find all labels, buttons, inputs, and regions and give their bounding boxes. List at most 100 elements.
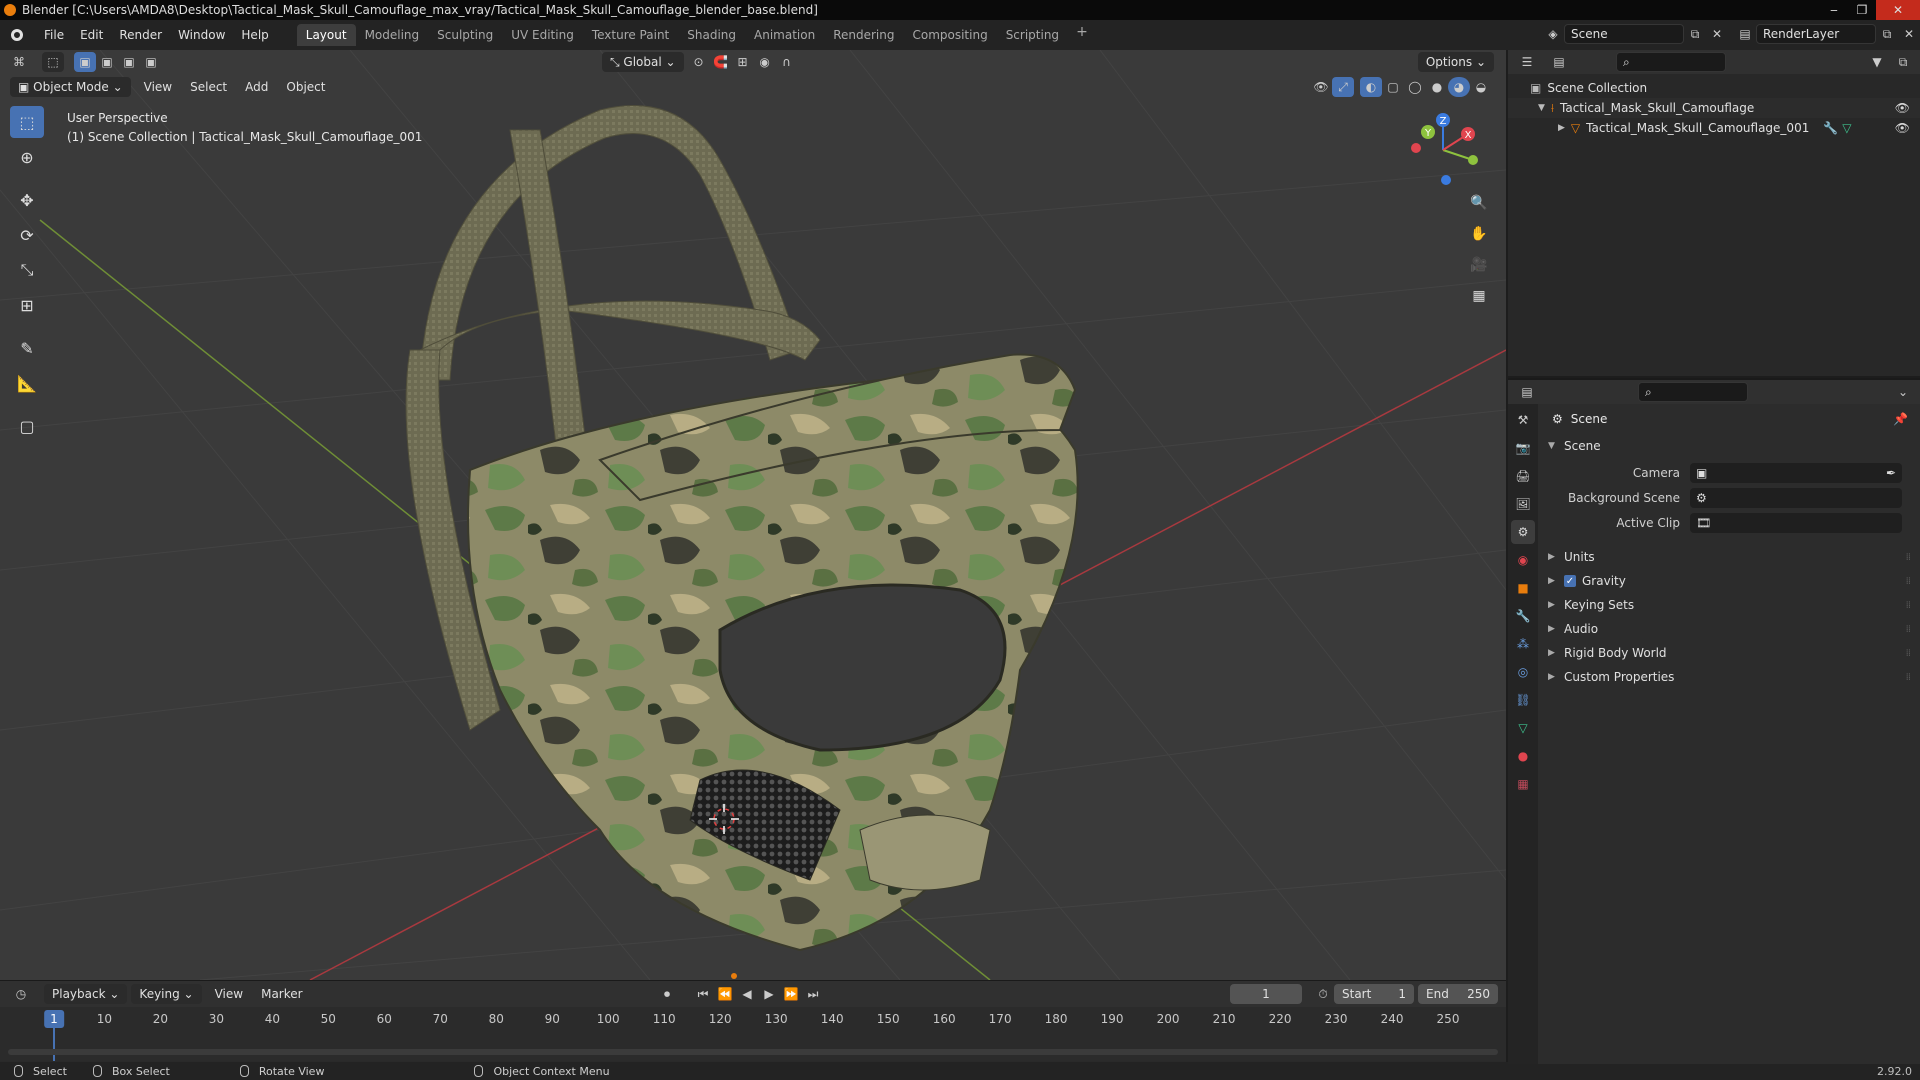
delete-scene-icon[interactable]: ✕ xyxy=(1706,24,1728,44)
panel-gravity[interactable]: ▶ ✓ Gravity ⁞⁞ xyxy=(1538,569,1920,593)
select-invert-icon[interactable]: ▣ xyxy=(140,52,162,72)
camera-field[interactable]: ▣ ✒ xyxy=(1690,462,1902,483)
jump-start-icon[interactable]: ⏮ xyxy=(692,984,714,1004)
mesh-data-icon[interactable]: ▽ xyxy=(1842,121,1851,135)
menu-file[interactable]: File xyxy=(36,24,72,46)
expand-triangle-icon[interactable]: ▶ xyxy=(1558,123,1565,133)
mode-dropdown[interactable]: ▣ Object Mode ⌄ xyxy=(10,77,131,97)
new-collection-icon[interactable]: ⧉ xyxy=(1892,52,1914,72)
output-tab-icon[interactable]: 🖨 xyxy=(1511,464,1535,488)
tab-layout[interactable]: Layout xyxy=(296,24,356,46)
modifier-tab-icon[interactable]: 🔧 xyxy=(1511,604,1535,628)
menu-select[interactable]: Select xyxy=(181,80,236,94)
eye-visibility-icon[interactable]: 👁 xyxy=(1895,101,1910,115)
timeline-scrollbar[interactable] xyxy=(8,1049,1498,1055)
camera-view-icon[interactable]: 🎥 xyxy=(1466,252,1492,278)
panel-scene[interactable]: ▼ Scene xyxy=(1538,434,1920,458)
render-layer-icon[interactable]: ▤ xyxy=(1734,24,1756,44)
eye-visibility-icon[interactable]: 👁 xyxy=(1895,121,1910,135)
playhead-frame-label[interactable]: 1 xyxy=(44,1010,64,1028)
wireframe-shading-icon[interactable]: ◯ xyxy=(1404,77,1426,97)
menu-render[interactable]: Render xyxy=(111,24,170,46)
measure-tool-icon[interactable]: 📐 xyxy=(10,367,44,399)
scene-tab-icon[interactable]: ⚙ xyxy=(1511,520,1535,544)
tab-animation[interactable]: Animation xyxy=(745,24,824,46)
tab-modeling[interactable]: Modeling xyxy=(356,24,429,46)
neg-z-handle[interactable] xyxy=(1441,175,1451,185)
new-scene-icon[interactable]: ⧉ xyxy=(1684,24,1706,44)
keying-menu[interactable]: Keying ⌄ xyxy=(131,984,202,1004)
select-subtract-icon[interactable]: ▣ xyxy=(118,52,140,72)
eyedropper-icon[interactable]: ✒ xyxy=(1886,466,1896,480)
background-scene-field[interactable]: ⚙ xyxy=(1690,487,1902,508)
panel-units[interactable]: ▶ Units ⁞⁞ xyxy=(1538,545,1920,569)
scene-type-icon[interactable]: ◈ xyxy=(1542,24,1564,44)
snap-target-icon[interactable]: ⊞ xyxy=(732,52,754,72)
delete-layer-icon[interactable]: ✕ xyxy=(1898,24,1920,44)
properties-editor-icon[interactable]: ▤ xyxy=(1516,382,1538,402)
drag-handle-icon[interactable]: ⁞⁞ xyxy=(1906,672,1911,683)
new-layer-icon[interactable]: ⧉ xyxy=(1876,24,1898,44)
object-tab-icon[interactable]: ■ xyxy=(1511,576,1535,600)
menu-object[interactable]: Object xyxy=(277,80,334,94)
current-frame-field[interactable]: 1 xyxy=(1230,984,1302,1004)
transform-orientation-dropdown[interactable]: ⤡ Global ⌄ xyxy=(602,52,684,72)
texture-tab-icon[interactable]: ▦ xyxy=(1511,772,1535,796)
expand-triangle-icon[interactable]: ▼ xyxy=(1538,103,1545,113)
tab-shading[interactable]: Shading xyxy=(678,24,745,46)
material-shading-icon[interactable]: ◕ xyxy=(1448,77,1470,97)
snap-icon[interactable]: 🧲 xyxy=(710,52,732,72)
outliner-row-scene-collection[interactable]: ▣ Scene Collection xyxy=(1508,78,1920,98)
transform-tool-icon[interactable]: ⊞ xyxy=(10,289,44,321)
playback-menu[interactable]: Playback ⌄ xyxy=(44,984,128,1004)
annotate-tool-icon[interactable]: ✎ xyxy=(10,332,44,364)
editor-type-icon[interactable]: ⌘ xyxy=(8,52,30,72)
select-tool-icon[interactable]: ⬚ xyxy=(42,52,64,72)
properties-search-input[interactable]: ⌕ xyxy=(1638,382,1748,402)
drag-handle-icon[interactable]: ⁞⁞ xyxy=(1906,600,1911,611)
gizmo-toggle-icon[interactable]: ⤢ xyxy=(1332,77,1354,97)
pin-icon[interactable]: 📌 xyxy=(1893,412,1908,426)
rendered-shading-icon[interactable]: ◒ xyxy=(1470,77,1492,97)
jump-end-icon[interactable]: ⏭ xyxy=(802,984,824,1004)
panel-audio[interactable]: ▶ Audio ⁞⁞ xyxy=(1538,617,1920,641)
maximize-button[interactable]: ❐ xyxy=(1848,0,1876,20)
overlay-toggle-icon[interactable]: ◐ xyxy=(1360,77,1382,97)
outliner-row-object[interactable]: ▶ ▽ Tactical_Mask_Skull_Camouflage_001 🔧… xyxy=(1508,118,1920,138)
proportional-edit-icon[interactable]: ◉ xyxy=(754,52,776,72)
next-keyframe-icon[interactable]: ⏩ xyxy=(780,984,802,1004)
menu-view[interactable]: View xyxy=(135,80,181,94)
add-workspace-button[interactable]: + xyxy=(1068,24,1096,46)
tool-tab-icon[interactable]: ⚒ xyxy=(1511,408,1535,432)
marker-menu[interactable]: Marker xyxy=(252,987,311,1001)
world-tab-icon[interactable]: ◉ xyxy=(1511,548,1535,572)
3d-viewport[interactable]: ⌘ ⬚ ▣ ▣ ▣ ▣ ⤡ Global ⌄ ⊙ 🧲 ⊞ ◉ ∩ Options… xyxy=(0,50,1506,980)
tab-compositing[interactable]: Compositing xyxy=(903,24,996,46)
close-button[interactable]: ✕ xyxy=(1876,0,1920,20)
outliner-row-collection[interactable]: ▼ ⟊ Tactical_Mask_Skull_Camouflage 👁 xyxy=(1508,98,1920,118)
material-tab-icon[interactable]: ● xyxy=(1511,744,1535,768)
render-tab-icon[interactable]: 📷 xyxy=(1511,436,1535,460)
menu-help[interactable]: Help xyxy=(233,24,276,46)
view-layer-tab-icon[interactable]: 🖼 xyxy=(1511,492,1535,516)
perspective-grid-icon[interactable]: ▦ xyxy=(1466,283,1492,309)
physics-tab-icon[interactable]: ◎ xyxy=(1511,660,1535,684)
chevron-down-icon[interactable]: ⌄ xyxy=(1892,382,1914,402)
menu-window[interactable]: Window xyxy=(170,24,233,46)
select-box-tool-icon[interactable]: ⬚ xyxy=(10,106,44,138)
scale-tool-icon[interactable]: ⤡ xyxy=(10,254,44,286)
filter-icon[interactable]: ▼ xyxy=(1866,52,1888,72)
blender-menu-icon[interactable] xyxy=(8,26,26,44)
start-frame-field[interactable]: Start 1 xyxy=(1334,984,1414,1004)
zoom-icon[interactable]: 🔍 xyxy=(1466,190,1492,216)
drag-handle-icon[interactable]: ⁞⁞ xyxy=(1906,624,1911,635)
panel-rigid-body-world[interactable]: ▶ Rigid Body World ⁞⁞ xyxy=(1538,641,1920,665)
timeline-editor-icon[interactable]: ◷ xyxy=(10,984,32,1004)
neg-y-handle[interactable] xyxy=(1468,155,1478,165)
particles-tab-icon[interactable]: ⁂ xyxy=(1511,632,1535,656)
move-tool-icon[interactable]: ✥ xyxy=(10,184,44,216)
neg-x-handle[interactable] xyxy=(1411,143,1421,153)
pivot-point-icon[interactable]: ⊙ xyxy=(688,52,710,72)
tab-texture-paint[interactable]: Texture Paint xyxy=(583,24,678,46)
timeline-ruler[interactable]: 10 20 30 40 50 60 70 80 90 100 110 120 130 140 150 160 1… xyxy=(0,1007,1506,1061)
